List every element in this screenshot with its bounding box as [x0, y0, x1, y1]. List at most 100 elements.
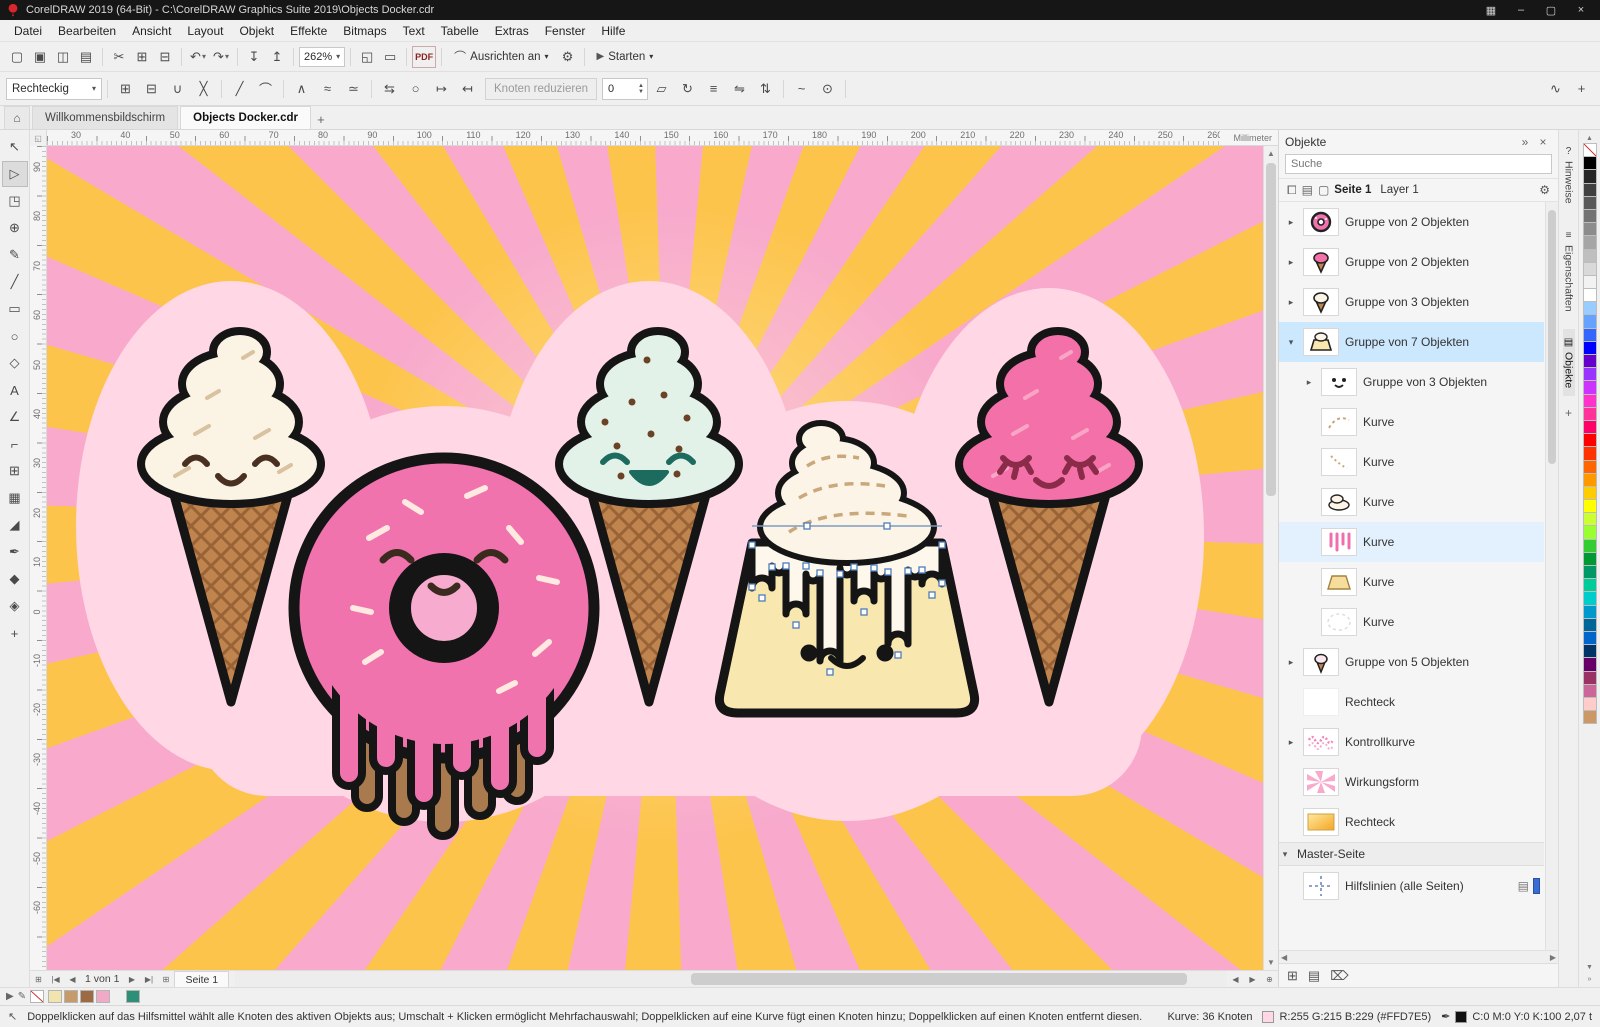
reflect-vertical-button[interactable]: ⇅ [753, 77, 778, 101]
objects-tree-row[interactable]: ▸ Kontrollkurve [1279, 722, 1544, 762]
new-tab-button[interactable]: + [311, 109, 331, 129]
cusp-node-button[interactable]: ∧ [289, 77, 314, 101]
rectangle-tool[interactable]: ▭ [2, 296, 28, 322]
add-tools-button[interactable]: + [1569, 77, 1594, 101]
polygon-tool[interactable]: ◇ [2, 350, 28, 376]
curve-smoothness-button[interactable]: ∿ [1543, 77, 1568, 101]
fill-tool[interactable]: ◆ [2, 566, 28, 592]
close-curve-button[interactable]: ○ [403, 77, 428, 101]
objects-tree-row[interactable]: Rechteck [1279, 682, 1544, 722]
scroll-right-icon[interactable]: ▶ [1244, 971, 1261, 987]
docker-flyout-button[interactable]: » [1516, 135, 1534, 149]
scroll-left-icon[interactable]: ◀ [1281, 953, 1287, 962]
next-page-button[interactable]: ▶ [123, 971, 140, 987]
crop-tool[interactable]: ◳ [2, 188, 28, 214]
join-nodes-button[interactable]: ∪ [165, 77, 190, 101]
palette-color-swatch[interactable] [1582, 156, 1597, 171]
palette-color-swatch[interactable] [1582, 617, 1597, 632]
expander-icon[interactable]: ▸ [1303, 377, 1315, 388]
table-tool[interactable]: ⊞ [2, 458, 28, 484]
new-object-button[interactable]: ⊞ [1287, 968, 1298, 984]
close-button[interactable]: × [1566, 0, 1596, 20]
maximize-button[interactable]: ▢ [1536, 0, 1566, 20]
vertical-scrollbar[interactable]: ▲ ▼ [1263, 146, 1278, 970]
show-rulers-button[interactable]: ▭ [379, 46, 401, 68]
ellipse-tool[interactable]: ○ [2, 323, 28, 349]
palette-color-swatch[interactable] [1582, 419, 1597, 435]
docker-scrollbar[interactable] [1545, 202, 1558, 950]
palette-color-swatch[interactable] [1582, 288, 1597, 303]
objects-tree-row[interactable]: ▾ Gruppe von 7 Objekten [1279, 322, 1544, 362]
palette-color-swatch[interactable] [1582, 406, 1597, 421]
page-tab[interactable]: Seite 1 [174, 971, 230, 987]
palette-color-swatch[interactable] [1582, 169, 1597, 184]
palette-color-swatch[interactable] [1582, 354, 1597, 369]
connector-tool[interactable]: ⌐ [2, 431, 28, 457]
extract-subpath-button[interactable]: ↤ [455, 77, 480, 101]
reduce-nodes-button[interactable]: Knoten reduzieren [485, 77, 597, 100]
eyedropper-icon[interactable]: ✎ [18, 991, 26, 1002]
side-tab-hinweise[interactable]: ? Hinweise [1563, 138, 1575, 212]
objects-tree-row[interactable]: Kurve [1279, 442, 1544, 482]
palette-color-swatch[interactable] [1582, 565, 1597, 580]
print-document-button[interactable]: ▤ [75, 46, 97, 68]
objects-tree-row[interactable]: Kurve [1279, 602, 1544, 642]
delete-node-button[interactable]: ⊟ [139, 77, 164, 101]
menu-extras[interactable]: Extras [487, 20, 537, 42]
document-color-swatch[interactable] [48, 990, 63, 1003]
menu-datei[interactable]: Datei [6, 20, 50, 42]
vertical-scroll-thumb[interactable] [1266, 163, 1276, 497]
palette-scroll-down-icon[interactable]: ▼ [1586, 961, 1593, 973]
zoom-page-button[interactable]: ⊕ [1261, 971, 1278, 987]
horizontal-scrollbar[interactable] [235, 971, 1227, 987]
palette-color-swatch[interactable] [1582, 235, 1597, 250]
palette-color-swatch[interactable] [1582, 208, 1597, 224]
previous-page-button[interactable]: ◀ [64, 971, 81, 987]
expander-icon[interactable]: ▾ [1285, 337, 1297, 348]
horizontal-scroll-thumb[interactable] [691, 973, 1188, 985]
reflect-horizontal-button[interactable]: ⇋ [727, 77, 752, 101]
extend-curve-button[interactable]: ↦ [429, 77, 454, 101]
import-button[interactable]: ↧ [243, 46, 265, 68]
smooth-node-button[interactable]: ≈ [315, 77, 340, 101]
menu-text[interactable]: Text [395, 20, 433, 42]
document-color-swatch[interactable] [96, 990, 111, 1003]
palette-color-swatch[interactable] [1582, 446, 1597, 461]
delete-object-button[interactable]: ⌦ [1330, 968, 1348, 984]
palette-color-swatch[interactable] [1582, 525, 1597, 540]
palette-color-swatch[interactable] [1582, 433, 1597, 448]
palette-color-swatch[interactable] [1582, 314, 1597, 329]
save-document-button[interactable]: ◫ [52, 46, 74, 68]
horizontal-ruler[interactable]: 30 40 50 60 70 80 90 100 110 120 130 140 150 160 170 18… [47, 130, 1220, 145]
palette-color-swatch[interactable] [1582, 327, 1597, 342]
docpalette-flyout-icon[interactable]: ▶ [6, 991, 14, 1002]
objects-tree-row[interactable]: Kurve [1279, 402, 1544, 442]
side-tab-eigenschaften[interactable]: ≡ Eigenschaften [1563, 222, 1575, 320]
menu-layout[interactable]: Layout [179, 20, 231, 42]
palette-color-swatch[interactable] [1582, 591, 1597, 606]
layers-icon[interactable]: ▤ [1302, 183, 1313, 197]
expander-icon[interactable]: ▸ [1285, 657, 1297, 668]
outline-pen-tool[interactable]: ✒ [2, 539, 28, 565]
palette-flyout-icon[interactable]: » [1588, 973, 1592, 985]
side-tab-objekte[interactable]: ▤ Objekte [1562, 329, 1575, 397]
palette-color-swatch[interactable] [1582, 261, 1597, 276]
docker-settings-gear-icon[interactable]: ⚙ [1539, 183, 1550, 197]
palette-color-swatch[interactable] [1582, 538, 1597, 553]
palette-color-swatch[interactable] [1582, 578, 1597, 593]
objects-tree-row[interactable]: Rechteck [1279, 802, 1544, 842]
add-node-button[interactable]: ⊞ [113, 77, 138, 101]
interactive-fill-tool[interactable]: ◈ [2, 593, 28, 619]
expander-icon[interactable]: ▸ [1285, 217, 1297, 228]
objects-search-input[interactable] [1285, 154, 1552, 174]
last-page-button[interactable]: ▶| [140, 971, 157, 987]
home-tab[interactable]: ⌂ [4, 106, 30, 129]
smoothing-spinner[interactable]: 0 ▲ ▼ [601, 77, 648, 100]
page-options-button[interactable]: ⊞ [30, 971, 47, 987]
objects-tree-row[interactable]: Kurve [1279, 522, 1544, 562]
menu-effekte[interactable]: Effekte [282, 20, 335, 42]
expander-icon[interactable]: ▾ [1279, 849, 1291, 860]
scroll-right-icon[interactable]: ▶ [1550, 953, 1556, 962]
freehand-tool[interactable]: ✎ [2, 242, 28, 268]
symmetrical-node-button[interactable]: ≃ [341, 77, 366, 101]
